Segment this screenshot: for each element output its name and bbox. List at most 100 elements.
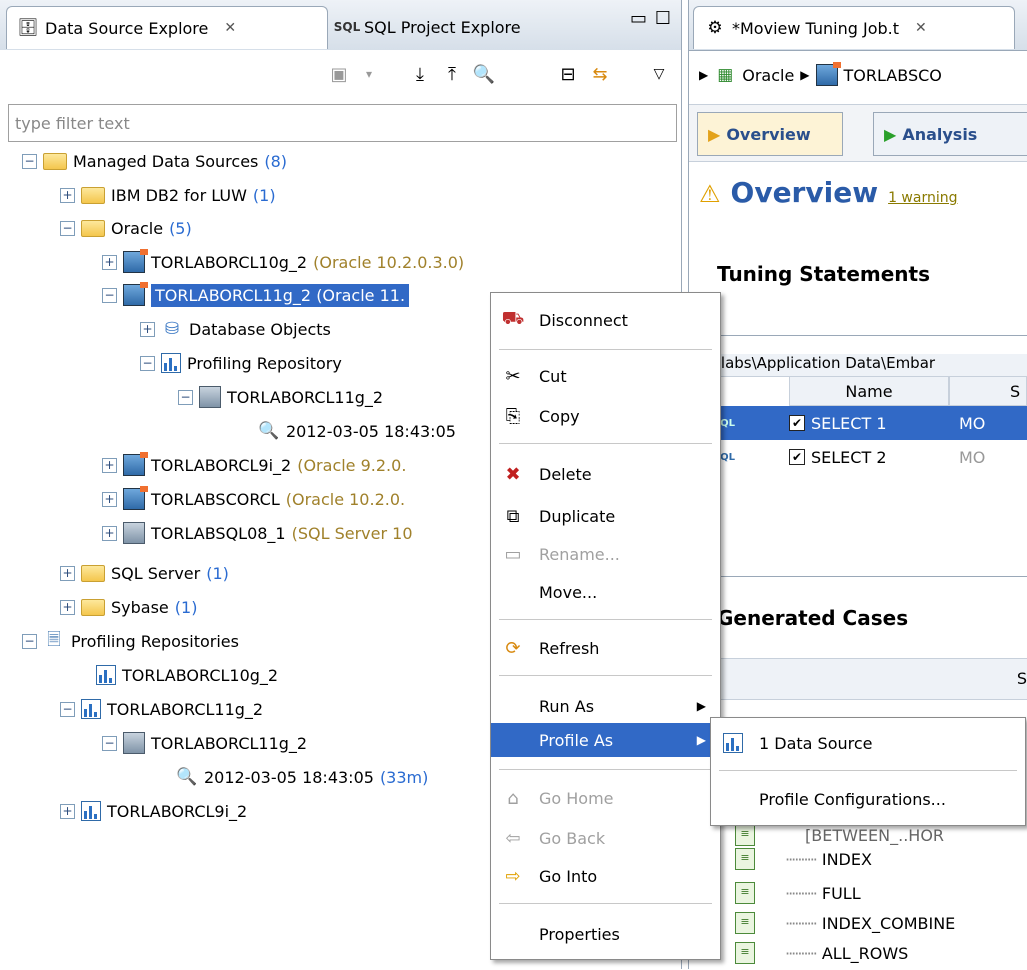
list-item[interactable]: ≡ ·········· ALL_ROWS (689, 936, 1027, 970)
close-icon[interactable]: ✕ (915, 20, 927, 36)
menu-item-disconnect[interactable]: ⛟ Disconnect (491, 303, 720, 337)
collapse-icon[interactable]: − (60, 220, 75, 236)
table-row[interactable]: SQL ✔ SELECT 1 MO (689, 406, 1027, 440)
list-item[interactable]: ≡ ·········· INDEX_COMBINE (689, 906, 1027, 940)
minimize-icon[interactable]: ▭ (630, 8, 647, 29)
expand-icon[interactable]: + (60, 803, 75, 819)
tree-item-repo-connection[interactable]: − TORLABORCL11g_2 (102, 728, 307, 758)
collapse-icon[interactable]: − (102, 287, 117, 303)
tree-item-database-objects[interactable]: + ⛁ Database Objects (140, 314, 331, 344)
tree-item-version: (SQL Server 10 (291, 523, 413, 543)
collapse-icon[interactable]: − (140, 355, 155, 371)
chevron-down-icon[interactable]: ▾ (355, 60, 383, 88)
maximize-icon[interactable]: ☐ (655, 8, 671, 29)
new-icon[interactable]: ▣ (325, 60, 353, 88)
menu-item-duplicate[interactable]: ⧉ Duplicate (491, 499, 720, 533)
warning-link[interactable]: 1 warning (888, 190, 957, 206)
tree-item-repo-torlaborcl10g[interactable]: TORLABORCL10g_2 (96, 660, 278, 690)
menu-separator (499, 619, 712, 620)
checkbox[interactable]: ✔ (789, 415, 805, 431)
data-source-explorer-icon: 🗄 (17, 18, 39, 38)
expand-icon[interactable]: + (60, 565, 75, 581)
tab-data-source-explorer[interactable]: 🗄 Data Source Explore ✕ (6, 6, 328, 49)
tree-line: ·········· (785, 883, 818, 903)
tree-item-torlaborcl10g[interactable]: + TORLABORCL10g_2 (Oracle 10.2.0.3.0) (102, 247, 464, 277)
breadcrumb-torlabscorcl[interactable]: TORLABSCO (844, 66, 942, 85)
filter-input[interactable]: type filter text (8, 104, 677, 142)
menu-item-go-back[interactable]: ⇦ Go Back (491, 821, 720, 855)
tree-item-torlaborcl9i[interactable]: + TORLABORCL9i_2 (Oracle 9.2.0. (102, 450, 406, 480)
breadcrumb-oracle[interactable]: Oracle (742, 66, 794, 85)
tree-item-label: TORLABORCL9i_2 (107, 801, 248, 821)
tab-moview-tuning-job[interactable]: ⚙ *Moview Tuning Job.t ✕ (693, 6, 1015, 49)
tree-item-repository-connection[interactable]: − TORLABORCL11g_2 (178, 382, 383, 412)
tree-item-managed-data-sources[interactable]: − Managed Data Sources (8) (22, 146, 287, 176)
link-with-editor-icon[interactable]: ⇆ (586, 60, 614, 88)
tree-item-torlaborcl11g-selected[interactable]: − TORLABORCL11g_2 (Oracle 11. (102, 280, 410, 310)
tab-sql-project-explorer[interactable]: SQL SQL Project Explore (326, 6, 584, 48)
tree-item-repo-run[interactable]: 🔍 2012-03-05 18:43:05 (33m) (176, 762, 428, 792)
column-header-name[interactable]: Name (789, 376, 949, 406)
collapse-icon[interactable]: − (178, 389, 193, 405)
menu-separator (499, 675, 712, 676)
menu-item-move[interactable]: Move... (491, 575, 720, 609)
expand-icon[interactable]: + (102, 254, 117, 270)
tree-item-label: TORLABORCL11g_2 (151, 733, 308, 753)
tree-item-ibm-db2[interactable]: + IBM DB2 for LUW (1) (60, 180, 276, 210)
collapse-icon[interactable]: − (22, 153, 37, 169)
tree-line: ·········· (785, 943, 818, 963)
expand-icon[interactable]: + (102, 525, 117, 541)
menu-item-label: Cut (539, 366, 567, 386)
menu-item-profile-as[interactable]: Profile As ▶ (491, 723, 720, 757)
menu-item-properties[interactable]: Properties (491, 917, 720, 951)
find-icon[interactable]: 🔍 (470, 60, 498, 88)
view-menu-icon[interactable]: ▽ (645, 60, 673, 88)
tree-item-profile-run[interactable]: 🔍 2012-03-05 18:43:05 (258, 416, 456, 446)
tree-item-label: IBM DB2 for LUW (111, 185, 247, 205)
expand-icon[interactable]: + (102, 491, 117, 507)
collapse-icon[interactable]: − (22, 633, 37, 649)
collapse-all-icon[interactable]: ⊟ (554, 60, 582, 88)
menu-item-1-data-source[interactable]: 1 Data Source (711, 726, 1025, 760)
list-item[interactable]: ≡ ·········· INDEX (689, 842, 1027, 876)
submenu-arrow-icon: ▶ (696, 699, 706, 713)
import-icon[interactable]: ⤓ (406, 60, 434, 88)
step-analysis[interactable]: ▶ Analysis (873, 112, 1027, 156)
menu-item-copy[interactable]: ⎘ Copy (491, 399, 720, 433)
tree-item-repo-torlaborcl9i[interactable]: + TORLABORCL9i_2 (60, 796, 247, 826)
menu-item-profile-configurations[interactable]: Profile Configurations... (711, 782, 1025, 816)
close-icon[interactable]: ✕ (224, 20, 236, 36)
menu-item-delete[interactable]: ✖ Delete (491, 457, 720, 491)
export-icon[interactable]: ⤒ (438, 60, 466, 88)
collapse-icon[interactable]: − (102, 735, 117, 751)
column-header-s[interactable]: S (949, 376, 1027, 406)
expand-icon[interactable]: + (102, 457, 117, 473)
tree-item-sybase[interactable]: + Sybase (1) (60, 592, 197, 622)
menu-item-run-as[interactable]: Run As ▶ (491, 689, 720, 723)
tree-item-sql-server[interactable]: + SQL Server (1) (60, 558, 229, 588)
expand-icon[interactable]: + (140, 321, 155, 337)
table-row[interactable]: SQL ✔ SELECT 2 MO (689, 440, 1027, 474)
tree-item-profiling-repository[interactable]: − Profiling Repository (140, 348, 342, 378)
tree-item-repo-torlaborcl11g[interactable]: − TORLABORCL11g_2 (60, 694, 263, 724)
menu-item-cut[interactable]: ✂ Cut (491, 359, 720, 393)
expand-icon[interactable]: + (60, 187, 75, 203)
tree-item-profiling-repositories[interactable]: − 🗏 Profiling Repositories (22, 626, 239, 656)
list-item[interactable]: ≡ ·········· FULL (689, 876, 1027, 910)
column-header-s[interactable]: S (1017, 669, 1027, 688)
tree-item-label: TORLABORCL11g_2 (107, 699, 264, 719)
checkbox[interactable]: ✔ (789, 449, 805, 465)
tree-item-oracle[interactable]: − Oracle (5) (60, 213, 192, 243)
context-menu: ⛟ Disconnect ✂ Cut ⎘ Copy ✖ Delete ⧉ Dup… (490, 292, 721, 960)
menu-item-go-into[interactable]: ⇨ Go Into (491, 859, 720, 893)
expand-icon[interactable]: + (60, 599, 75, 615)
tree-item-torlabsql08[interactable]: + TORLABSQL08_1 (SQL Server 10 (102, 518, 413, 548)
tree-item-label: TORLABORCL10g_2 (122, 665, 279, 685)
tree-item-torlabscorcl[interactable]: + TORLABSCORCL (Oracle 10.2.0. (102, 484, 405, 514)
menu-item-refresh[interactable]: ⟳ Refresh (491, 631, 720, 665)
menu-item-go-home[interactable]: ⌂ Go Home (491, 781, 720, 815)
collapse-icon[interactable]: − (60, 701, 75, 717)
tree-item-label: Managed Data Sources (73, 151, 259, 171)
step-overview[interactable]: ▶ Overview (697, 112, 843, 156)
menu-item-rename[interactable]: ▭ Rename... (491, 537, 720, 571)
